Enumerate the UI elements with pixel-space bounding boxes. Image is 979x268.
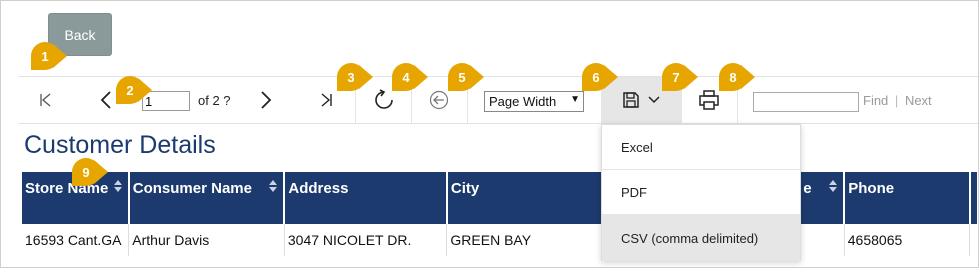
column-header-label: City xyxy=(450,180,480,197)
cell-phone: 4658065 xyxy=(844,224,971,256)
callout-badge-7: 7 xyxy=(662,63,698,91)
callout-badge-8: 8 xyxy=(719,63,755,91)
table-row: 16593 Cant.GA Arthur Davis 3047 NICOLET … xyxy=(22,224,979,256)
report-toolbar: of 2 ? Page Width ▼ Find | Next xyxy=(18,76,979,124)
next-page-icon[interactable] xyxy=(256,88,276,112)
column-header-label: Address xyxy=(288,180,349,197)
callout-badge-6: 6 xyxy=(582,63,618,91)
report-title: Customer Details xyxy=(24,131,216,159)
column-header-consumer-name[interactable]: Consumer Name xyxy=(128,172,286,224)
callout-badge-1: 1 xyxy=(31,42,67,70)
callout-badge-5: 5 xyxy=(448,63,484,91)
first-page-icon[interactable] xyxy=(36,89,56,111)
column-header-overflow[interactable] xyxy=(969,172,979,224)
sort-icon[interactable] xyxy=(113,180,122,192)
page-count-label: of 2 ? xyxy=(198,93,231,108)
cell-overflow xyxy=(969,224,979,256)
callout-badge-2: 2 xyxy=(116,76,152,104)
find-separator: | xyxy=(894,93,899,108)
column-header-label: e xyxy=(803,180,812,197)
cell-consumer-name: Arthur Davis xyxy=(128,224,285,256)
find-controls: Find | Next xyxy=(863,93,932,108)
callout-badge-3: 3 xyxy=(337,63,373,91)
last-page-icon[interactable] xyxy=(316,89,336,111)
column-header-phone[interactable]: Phone xyxy=(844,172,971,224)
export-option-csv[interactable]: CSV (comma delimited) xyxy=(602,215,800,261)
export-option-pdf[interactable]: PDF xyxy=(602,170,800,215)
find-link[interactable]: Find xyxy=(863,93,888,108)
callout-badge-4: 4 xyxy=(392,63,428,91)
sort-icon[interactable] xyxy=(269,180,278,192)
column-header-address[interactable]: Address xyxy=(284,172,448,224)
table-header-row: Store Name Consumer Name Address City e … xyxy=(22,172,979,224)
save-icon xyxy=(622,91,640,109)
export-option-excel[interactable]: Excel xyxy=(602,125,800,170)
cell-address: 3047 NICOLET DR. xyxy=(284,224,448,256)
print-icon[interactable] xyxy=(697,88,721,112)
column-header-label: Phone xyxy=(848,180,895,197)
customer-table: Store Name Consumer Name Address City e … xyxy=(22,172,979,256)
sort-icon[interactable] xyxy=(829,180,838,192)
find-input[interactable] xyxy=(753,92,859,112)
export-dropdown-menu: Excel PDF CSV (comma delimited) xyxy=(601,124,801,261)
zoom-select[interactable]: Page Width ▼ xyxy=(484,91,584,112)
chevron-down-icon: ▼ xyxy=(570,94,580,105)
callout-badge-9: 9 xyxy=(72,158,108,186)
zoom-select-value: Page Width xyxy=(489,94,557,109)
next-link[interactable]: Next xyxy=(905,93,932,108)
column-header-label: Consumer Name xyxy=(132,180,252,197)
back-to-parent-icon[interactable] xyxy=(428,88,450,112)
cell-store-name: 16593 Cant.GA xyxy=(22,224,130,256)
chevron-down-icon xyxy=(648,95,660,105)
previous-page-icon[interactable] xyxy=(96,88,116,112)
